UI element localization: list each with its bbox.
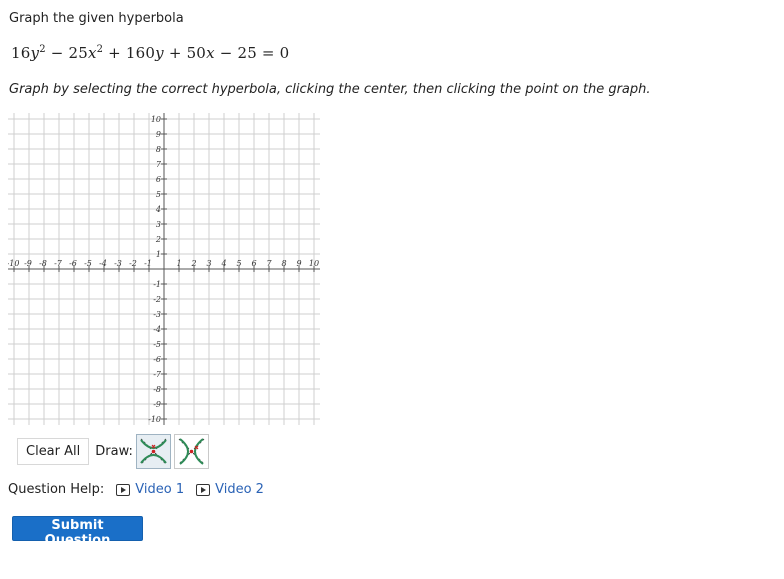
y-tick-label: 3 — [156, 220, 161, 229]
instructions: Graph by selecting the correct hyperbola… — [9, 82, 651, 97]
x-tick-label: 7 — [266, 259, 272, 268]
horizontal-hyperbola-icon — [178, 438, 205, 465]
y-tick-label: -5 — [153, 340, 161, 349]
question-help: Question Help: Video 1 Video 2 — [8, 482, 264, 497]
draw-label: Draw: — [95, 444, 133, 459]
x-tick-label: 8 — [281, 259, 286, 268]
question-prompt: Graph the given hyperbola — [9, 11, 184, 26]
y-tick-label: 9 — [156, 130, 161, 139]
x-tick-label: 5 — [236, 259, 241, 268]
x-tick-label: -2 — [129, 259, 137, 268]
eq-op: + — [168, 44, 182, 62]
clear-all-button[interactable]: Clear All — [17, 438, 90, 465]
y-tick-label: 10 — [151, 115, 161, 124]
eq-var-y: y — [155, 44, 164, 62]
eq-coef-x: 50 — [186, 44, 207, 62]
graph-controls: Clear All Draw: — [17, 434, 209, 469]
video-icon — [116, 483, 131, 496]
submit-question-button[interactable]: Submit Question — [12, 516, 143, 548]
eq-constant: 25 — [237, 44, 257, 62]
eq-var-x: x — [206, 44, 215, 62]
y-tick-label: 1 — [156, 250, 161, 259]
question-help-label: Question Help: — [8, 482, 105, 497]
eq-coef-x2: 25 — [68, 44, 88, 62]
x-tick-label: -7 — [54, 259, 63, 268]
x-tick-label: -10 — [8, 259, 19, 268]
graph-canvas[interactable]: -10-9-8-7-6-5-4-3-2-11234567891010987654… — [8, 113, 320, 425]
eq-coef-y: 160 — [125, 44, 156, 62]
y-tick-label: -9 — [153, 400, 161, 409]
y-tick-label: 6 — [156, 175, 161, 184]
video-2-label[interactable]: Video 2 — [215, 482, 264, 497]
x-tick-label: -5 — [84, 259, 92, 268]
eq-exp-x: 2 — [96, 44, 104, 55]
y-tick-label: -3 — [153, 310, 161, 319]
y-tick-label: -4 — [153, 325, 161, 334]
x-tick-label: -4 — [99, 259, 107, 268]
x-tick-label: -1 — [144, 259, 152, 268]
eq-var-y: y — [30, 44, 40, 62]
eq-coef-y2: 16 — [11, 44, 31, 62]
x-tick-label: 4 — [220, 259, 226, 268]
x-tick-label: -6 — [69, 259, 77, 268]
video-1-link[interactable]: Video 1 — [116, 482, 184, 497]
eq-op: + — [108, 44, 121, 62]
horizontal-hyperbola-tool-button[interactable] — [173, 434, 209, 469]
eq-op: − — [50, 44, 64, 62]
x-tick-label: -9 — [24, 259, 32, 268]
eq-equals: = — [261, 44, 275, 62]
eq-op: − — [219, 44, 233, 62]
vertical-hyperbola-tool-button[interactable] — [135, 434, 171, 469]
y-tick-label: -10 — [148, 415, 161, 424]
x-tick-label: 6 — [251, 259, 256, 268]
x-tick-label: -8 — [39, 259, 47, 268]
y-tick-label: -2 — [153, 295, 161, 304]
x-tick-label: 1 — [176, 259, 181, 268]
video-1-label[interactable]: Video 1 — [135, 482, 184, 497]
eq-exp-y: 2 — [39, 44, 46, 55]
hyperbola-equation: 16y2 − 25x2 + 160y + 50x − 25 = 0 — [11, 44, 289, 62]
video-2-link[interactable]: Video 2 — [196, 482, 264, 497]
vertical-hyperbola-icon — [140, 438, 167, 465]
video-icon — [196, 483, 211, 496]
y-tick-label: 8 — [156, 145, 161, 154]
x-tick-label: 2 — [190, 259, 196, 268]
eq-rhs: 0 — [279, 44, 290, 62]
y-tick-label: 5 — [156, 190, 161, 199]
axes — [8, 113, 320, 425]
y-tick-label: -8 — [153, 385, 161, 394]
eq-var-x: x — [87, 44, 97, 62]
y-tick-label: -1 — [153, 280, 161, 289]
x-tick-label: 3 — [206, 259, 211, 268]
x-tick-label: 10 — [309, 259, 319, 268]
y-tick-label: -6 — [153, 355, 161, 364]
y-tick-label: -7 — [153, 370, 162, 379]
x-tick-label: -3 — [114, 259, 122, 268]
y-tick-label: 4 — [155, 205, 161, 214]
x-tick-label: 9 — [296, 259, 301, 268]
y-tick-label: 2 — [155, 235, 161, 244]
